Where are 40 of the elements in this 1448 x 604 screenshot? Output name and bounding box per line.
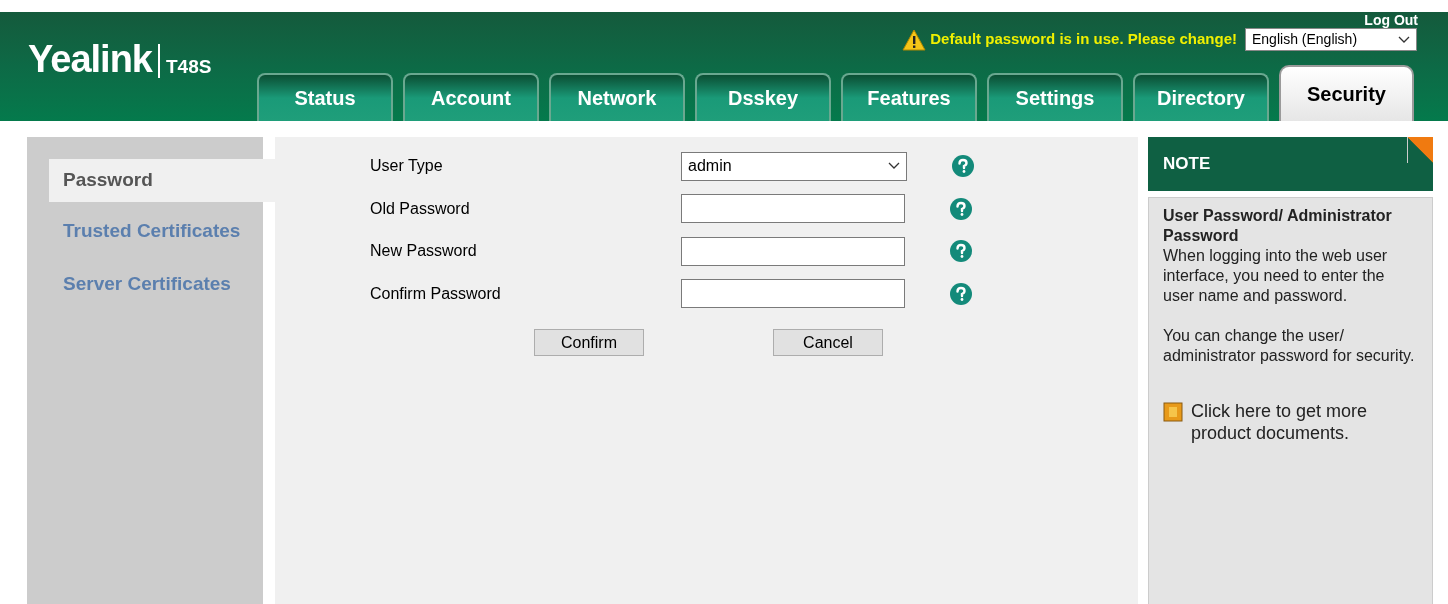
field-label: New Password	[370, 241, 478, 262]
document-icon	[1163, 402, 1183, 422]
note-paragraph: You can change the user/ administrator password for security.	[1163, 326, 1416, 366]
user-type-select[interactable]: admin	[681, 151, 907, 181]
nav-tab[interactable]: Features	[841, 73, 977, 121]
form-button[interactable]: Cancel	[773, 329, 883, 356]
sidebar-item[interactable]: Server Certificates	[49, 270, 263, 296]
help-icon[interactable]	[950, 282, 972, 305]
nav-tab[interactable]: Settings	[987, 73, 1123, 121]
help-icon[interactable]	[950, 240, 972, 263]
nav-tab[interactable]: Security	[1279, 65, 1414, 121]
sidebar-item[interactable]: Password	[49, 159, 275, 202]
logout-link[interactable]: Log Out	[1364, 13, 1418, 27]
password-field[interactable]	[681, 194, 905, 224]
field-label: Old Password	[370, 198, 471, 219]
help-icon[interactable]	[952, 155, 974, 178]
chevron-down-icon	[888, 162, 900, 171]
nav-tab[interactable]: Dsskey	[695, 73, 831, 121]
yealink-logo: Yealink	[28, 40, 152, 78]
password-field[interactable]	[681, 279, 905, 309]
nav-tab[interactable]: Directory	[1133, 73, 1269, 121]
language-select[interactable]: English (English)	[1245, 28, 1417, 51]
password-field[interactable]	[681, 236, 905, 266]
note-paragraph: When logging into the web user interface, you need to enter the user name and password.	[1163, 246, 1389, 306]
warning-icon	[902, 28, 927, 51]
nav-tab[interactable]: Status	[257, 73, 393, 121]
field-label: Confirm Password	[370, 283, 502, 304]
chevron-down-icon	[1398, 35, 1410, 44]
note-header: NOTE	[1148, 137, 1433, 191]
nav-tab[interactable]: Account	[403, 73, 539, 121]
sidebar-item[interactable]: Trusted Certificates	[49, 217, 263, 243]
help-icon[interactable]	[950, 197, 972, 220]
note-heading: User Password/ Administrator Password	[1163, 206, 1393, 246]
warning-text: Default password is in use. Please change!	[930, 29, 1237, 50]
field-label: User Type	[370, 156, 444, 177]
model-label: T48S	[166, 57, 212, 76]
documents-link[interactable]: Click here to get more product documents.	[1191, 400, 1418, 444]
nav-tab[interactable]: Network	[549, 73, 685, 121]
corner-fold-icon	[1407, 137, 1433, 163]
form-button[interactable]: Confirm	[534, 329, 644, 356]
